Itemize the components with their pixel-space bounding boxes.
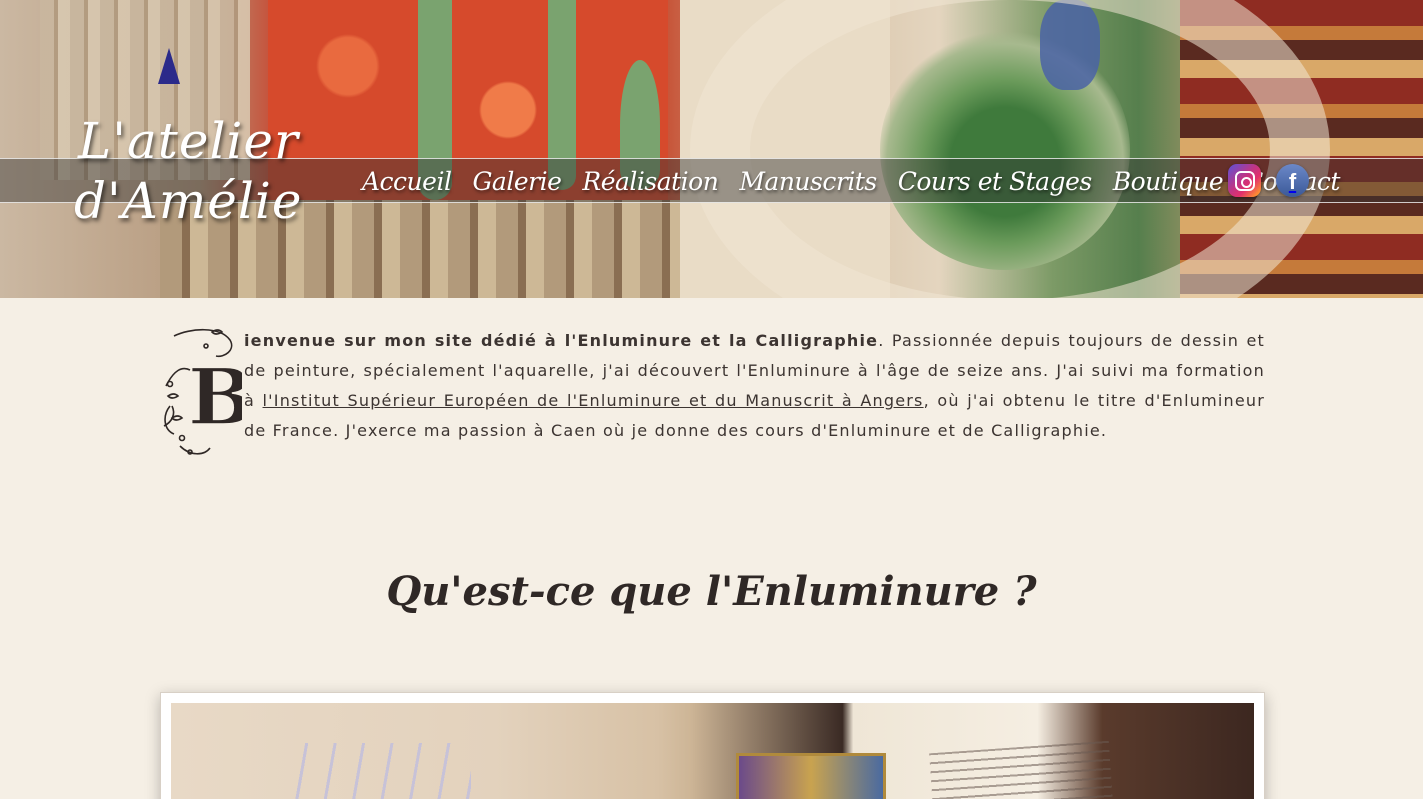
intro-paragraph: B ienvenue sur mon site dédié à l'Enlumi… [160,326,1265,466]
enluminure-photo [171,703,1254,799]
photo-manuscript-text [929,740,1113,799]
logo-line-1: L'atelier [78,112,299,170]
ornamental-dropcap-icon: B [160,326,255,462]
hero-palette-arc [690,0,1330,298]
section-title: Qu'est-ce que l'Enluminure ? [386,568,1037,615]
nav-accueil[interactable]: Accueil [362,167,452,196]
main-menu: Accueil Galerie Réalisation Manuscrits C… [362,160,1340,202]
instagram-camera-glyph [1234,170,1255,191]
nav-cours-et-stages[interactable]: Cours et Stages [898,167,1093,196]
dropcap-letter: B [188,352,242,443]
nav-realisation[interactable]: Réalisation [582,167,718,196]
site-logo[interactable]: L'atelier d'Amélie [72,112,302,232]
intro-lead: ienvenue sur mon site dédié à l'Enluminu… [244,331,879,350]
nav-galerie[interactable]: Galerie [472,167,561,196]
institut-link[interactable]: l'Institut Supérieur Européen de l'Enlum… [263,391,924,410]
facebook-icon[interactable]: f [1276,164,1309,197]
photo-brushes [291,743,471,799]
photo-illumination [736,753,886,799]
facebook-glyph: f [1288,169,1297,194]
hero-spire [158,48,180,84]
photo-frame [160,692,1265,799]
logo-line-2: d'Amélie [74,172,303,230]
nav-manuscrits[interactable]: Manuscrits [739,167,877,196]
instagram-icon[interactable] [1228,164,1261,197]
nav-boutique[interactable]: Boutique [1113,167,1224,196]
